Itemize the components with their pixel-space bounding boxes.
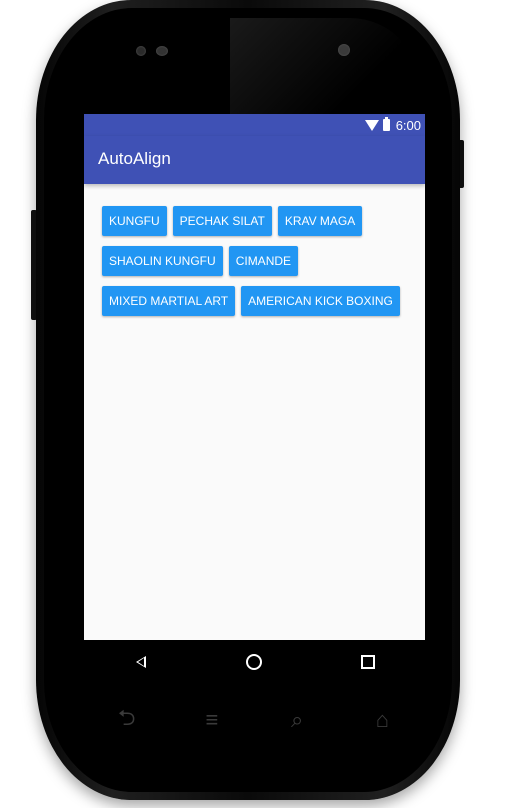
sensor-icon: [136, 46, 146, 56]
app-title: AutoAlign: [98, 149, 171, 168]
app-bar: AutoAlign: [84, 136, 425, 184]
button-row: SHAOLIN KUNGFU CIMANDE: [102, 246, 422, 276]
navigation-bar: [84, 640, 425, 684]
hw-menu-icon[interactable]: ≡: [192, 705, 232, 735]
shaolin-kungfu-button[interactable]: SHAOLIN KUNGFU: [102, 246, 223, 276]
button-row: KUNGFU PECHAK SILAT KRAV MAGA: [102, 206, 422, 236]
mixed-martial-art-button[interactable]: MIXED MARTIAL ART: [102, 286, 236, 316]
status-time: 6:00: [395, 117, 421, 133]
kungfu-button[interactable]: KUNGFU: [102, 206, 167, 236]
button-row: MIXED MARTIAL ART AMERICAN KICK BOXING: [102, 286, 422, 316]
pechak-silat-button[interactable]: PECHAK SILAT: [172, 206, 272, 236]
back-icon[interactable]: [111, 640, 171, 684]
bezel-glare: [230, 18, 420, 114]
status-icons: 6:00: [364, 117, 421, 133]
button-container: KUNGFU PECHAK SILAT KRAV MAGA SHAOLIN KU…: [102, 206, 422, 326]
sensor-icon: [156, 46, 168, 56]
hw-home-icon[interactable]: ⌂: [362, 705, 402, 735]
hw-back-icon[interactable]: ⮌: [107, 705, 147, 735]
krav-maga-button[interactable]: KRAV MAGA: [277, 206, 363, 236]
wifi-icon: [364, 119, 379, 131]
hw-search-icon[interactable]: ⌕: [277, 705, 317, 735]
cimande-button[interactable]: CIMANDE: [228, 246, 299, 276]
status-bar: 6:00: [84, 114, 425, 136]
recent-apps-icon[interactable]: [338, 640, 398, 684]
screen: 6:00 AutoAlign KUNGFU PECHAK SILAT KRAV …: [84, 114, 425, 684]
battery-icon: [382, 117, 390, 131]
home-icon[interactable]: [224, 640, 284, 684]
hardware-keys: ⮌ ≡ ⌕ ⌂: [84, 700, 425, 740]
front-camera-icon: [338, 44, 350, 56]
american-kick-boxing-button[interactable]: AMERICAN KICK BOXING: [241, 286, 400, 316]
